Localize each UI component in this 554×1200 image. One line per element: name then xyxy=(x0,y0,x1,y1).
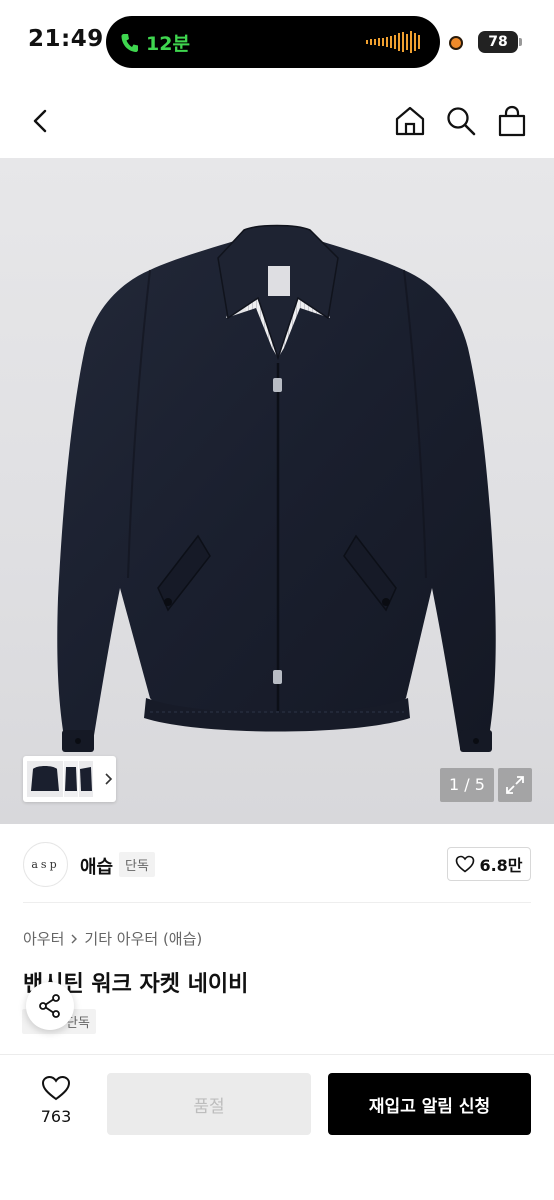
top-navigation xyxy=(0,84,554,158)
breadcrumb-item[interactable]: 기타 아우터 (애습) xyxy=(84,928,202,949)
brand-row: asp 애습 단독 6.8만 xyxy=(0,824,554,904)
brand-like-count: 6.8만 xyxy=(479,856,523,875)
sold-out-button[interactable]: 품절 xyxy=(107,1073,311,1135)
brand-logo[interactable]: asp xyxy=(23,842,68,887)
phone-icon xyxy=(121,33,138,52)
divider xyxy=(23,902,531,903)
chevron-right-icon xyxy=(71,934,78,943)
fullscreen-button[interactable] xyxy=(498,768,532,802)
brand-name[interactable]: 애습 xyxy=(80,853,113,879)
home-icon xyxy=(395,106,425,136)
exclusive-badge: 단독 xyxy=(119,852,155,877)
search-button[interactable] xyxy=(442,102,480,140)
audio-wave-icon xyxy=(366,31,420,53)
back-button[interactable] xyxy=(22,102,60,140)
chevron-right-icon xyxy=(105,773,113,785)
cart-button[interactable] xyxy=(493,102,531,140)
breadcrumb: 아우터 기타 아우터 (애습) xyxy=(23,928,202,949)
share-icon xyxy=(39,994,60,1018)
status-bar: 21:49 12분 78 xyxy=(0,0,554,84)
back-icon xyxy=(33,109,47,133)
shopping-bag-icon xyxy=(498,105,526,137)
call-duration: 12분 xyxy=(146,33,190,55)
battery-indicator: 78 xyxy=(478,31,518,53)
expand-icon xyxy=(506,776,524,794)
thumbnail-strip[interactable] xyxy=(23,756,116,802)
product-image xyxy=(57,224,496,752)
home-button[interactable] xyxy=(391,102,429,140)
bottom-action-bar: 763 품절 재입고 알림 신청 xyxy=(0,1054,554,1200)
share-button[interactable] xyxy=(26,982,74,1030)
heart-icon xyxy=(456,855,475,873)
wishlist-count: 763 xyxy=(40,1107,72,1126)
restock-alert-button[interactable]: 재입고 알림 신청 xyxy=(328,1073,531,1135)
brand-like-button[interactable]: 6.8만 xyxy=(447,847,531,881)
thumbnail-images xyxy=(27,761,93,797)
battery-cap xyxy=(519,38,522,46)
breadcrumb-item[interactable]: 아우터 xyxy=(23,928,64,949)
dynamic-island[interactable]: 12분 xyxy=(106,16,440,68)
call-indicator: 12분 xyxy=(120,29,190,56)
search-icon xyxy=(447,107,476,136)
image-counter: 1 / 5 xyxy=(440,768,494,802)
clock: 21:49 xyxy=(28,26,104,52)
recording-indicator-icon xyxy=(449,36,463,50)
product-image-gallery[interactable]: 1 / 5 xyxy=(0,158,554,824)
heart-icon xyxy=(41,1075,71,1101)
wishlist-button[interactable]: 763 xyxy=(32,1075,80,1126)
